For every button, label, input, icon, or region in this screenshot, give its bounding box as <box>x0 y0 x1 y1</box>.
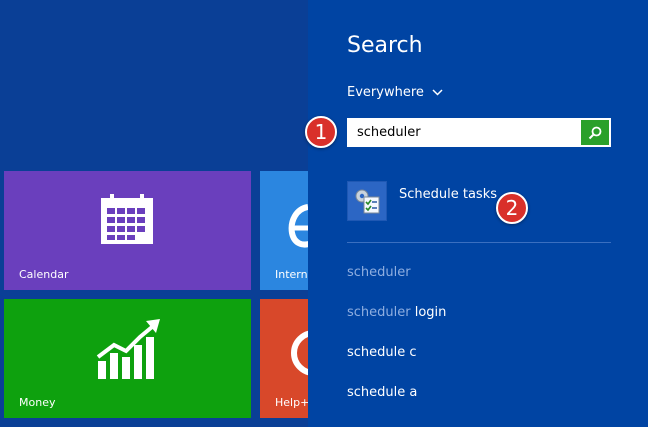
chart-up-icon <box>96 319 160 379</box>
start-screen: Calendar Intern Money Help+ <box>0 0 308 427</box>
calendar-tile-label: Calendar <box>19 268 69 281</box>
search-icon <box>588 126 602 139</box>
internet-explorer-icon <box>288 204 308 248</box>
help-tile-label: Help+ <box>275 396 308 409</box>
internet-explorer-tile[interactable]: Intern <box>260 171 308 290</box>
step-2-badge: 2 <box>496 192 528 224</box>
suggestion-match-text: scheduler <box>347 305 411 320</box>
search-scope-dropdown[interactable]: Everywhere <box>347 85 443 100</box>
task-scheduler-icon <box>347 181 387 221</box>
search-charm: Search Everywhere Sched <box>308 0 648 427</box>
search-result-schedule-tasks[interactable]: Schedule tasks <box>347 181 497 221</box>
money-tile[interactable]: Money <box>4 299 251 418</box>
suggestion-text: schedule a <box>347 385 418 400</box>
calendar-icon <box>101 194 153 244</box>
suggestion-item[interactable]: scheduler <box>347 265 411 280</box>
suggestion-item[interactable]: schedule a <box>347 385 417 400</box>
search-charm-title: Search <box>347 33 423 58</box>
calendar-tile[interactable]: Calendar <box>4 171 251 290</box>
suggestion-item[interactable]: scheduler login <box>347 305 446 320</box>
suggestion-text: schedule c <box>347 345 417 360</box>
suggestion-match-text: scheduler <box>347 265 411 280</box>
search-box <box>347 118 611 147</box>
suggestion-item[interactable]: schedule c <box>347 345 417 360</box>
suggestion-tail-text: login <box>410 305 447 320</box>
internet-explorer-tile-label: Intern <box>275 268 308 281</box>
chevron-down-icon <box>432 89 443 96</box>
search-button[interactable] <box>581 120 609 145</box>
search-result-label: Schedule tasks <box>399 187 498 202</box>
search-scope-label: Everywhere <box>347 85 424 100</box>
search-input[interactable] <box>347 118 585 147</box>
money-tile-label: Money <box>19 396 56 409</box>
results-divider <box>347 242 611 243</box>
help-icon <box>291 330 308 376</box>
step-1-badge: 1 <box>305 116 337 148</box>
help-tile[interactable]: Help+ <box>260 299 308 418</box>
